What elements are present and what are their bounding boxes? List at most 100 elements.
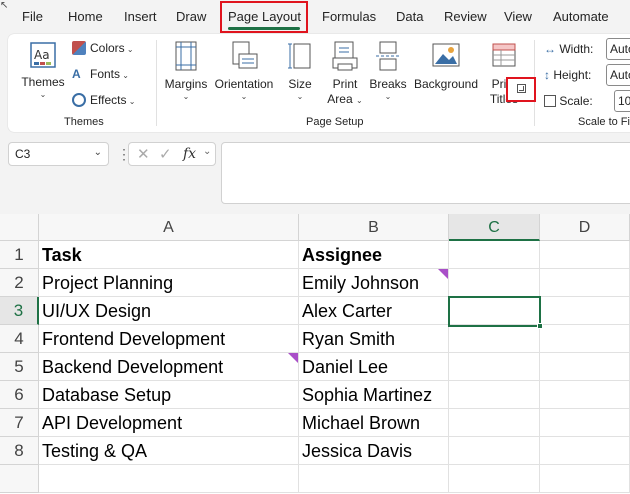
cell-a5[interactable]: Backend Development (39, 353, 299, 381)
name-box[interactable]: C3 ⌄ (8, 142, 109, 166)
cell-d3[interactable] (540, 297, 630, 325)
cell-a2[interactable]: Project Planning (39, 269, 299, 297)
effects-button[interactable]: Effects ⌄ (72, 93, 135, 107)
print-area-button[interactable]: Print Area ⌄ (326, 40, 364, 108)
cell-a8[interactable]: Testing & QA (39, 437, 299, 465)
cell-b3[interactable]: Alex Carter (299, 297, 449, 325)
tab-insert[interactable]: Insert (124, 9, 157, 24)
height-icon: ↕ (544, 68, 550, 82)
breaks-icon (376, 41, 400, 71)
svg-text:Aa: Aa (34, 48, 50, 62)
cell-b4[interactable]: Ryan Smith (299, 325, 449, 353)
comment-indicator-icon[interactable] (288, 353, 298, 363)
cell-a9[interactable] (39, 465, 299, 493)
fonts-button[interactable]: A Fonts ⌄ (72, 67, 129, 81)
cell-b9[interactable] (299, 465, 449, 493)
name-box-value: C3 (15, 147, 31, 161)
column-header-b[interactable]: B (299, 214, 449, 241)
insert-function-icon[interactable]: fx (183, 146, 196, 162)
cell-d5[interactable] (540, 353, 630, 381)
tab-formulas[interactable]: Formulas (322, 9, 376, 24)
chevron-down-icon[interactable]: ⌄ (203, 146, 211, 157)
margins-button[interactable]: Margins ⌄ (162, 40, 210, 101)
size-button[interactable]: Size ⌄ (284, 40, 316, 101)
cell-c7[interactable] (449, 409, 540, 437)
page-setup-dialog-launcher[interactable] (506, 77, 536, 102)
cell-d7[interactable] (540, 409, 630, 437)
cell-d9[interactable] (540, 465, 630, 493)
row-header[interactable]: 6 (0, 381, 39, 409)
group-divider (156, 40, 157, 126)
breaks-label: Breaks (369, 77, 407, 91)
active-cell-selection (448, 296, 543, 329)
breaks-button[interactable]: Breaks ⌄ (368, 40, 408, 101)
width-select[interactable]: Automatic (606, 38, 630, 60)
chevron-down-icon: ⌄ (182, 92, 190, 101)
background-button[interactable]: Background (412, 40, 480, 92)
page-setup-group-label: Page Setup (306, 116, 364, 128)
cell-b2[interactable]: Emily Johnson (299, 269, 449, 297)
cell-d2[interactable] (540, 269, 630, 297)
cell-d6[interactable] (540, 381, 630, 409)
fill-handle[interactable] (537, 323, 543, 329)
cancel-icon[interactable]: ✕ (137, 145, 150, 163)
cell-c1[interactable] (449, 241, 540, 269)
cell-b1[interactable]: Assignee (299, 241, 449, 269)
cell-b6[interactable]: Sophia Martinez (299, 381, 449, 409)
chevron-down-icon: ⌄ (296, 92, 304, 101)
orientation-icon (232, 41, 258, 69)
print-area-label-2-wrap: Area ⌄ (326, 92, 364, 108)
cell-a4[interactable]: Frontend Development (39, 325, 299, 353)
cell-a3[interactable]: UI/UX Design (39, 297, 299, 325)
row-header[interactable]: 2 (0, 269, 39, 297)
tab-automate[interactable]: Automate (553, 9, 609, 24)
row-header[interactable]: 4 (0, 325, 39, 353)
tab-review[interactable]: Review (444, 9, 487, 24)
tab-view[interactable]: View (504, 9, 532, 24)
scale-input[interactable]: 100% (614, 90, 630, 112)
margins-icon (175, 41, 197, 71)
tab-home[interactable]: Home (68, 9, 103, 24)
column-header-d[interactable]: D (540, 214, 630, 241)
select-all-corner[interactable] (0, 214, 39, 241)
colors-button[interactable]: Colors ⌄ (72, 41, 134, 55)
cell-d4[interactable] (540, 325, 630, 353)
cell-b7[interactable]: Michael Brown (299, 409, 449, 437)
tab-file[interactable]: File (22, 9, 43, 24)
cell-b5[interactable]: Daniel Lee (299, 353, 449, 381)
size-label: Size (288, 77, 312, 91)
formula-buttons: ✕ ✓ fx ⌄ (128, 142, 216, 166)
row-header[interactable]: 3 (0, 297, 39, 325)
cell-c8[interactable] (449, 437, 540, 465)
height-select[interactable]: Automatic (606, 64, 630, 86)
cell-a7[interactable]: API Development (39, 409, 299, 437)
formula-input[interactable] (221, 142, 630, 204)
cell-c4[interactable] (449, 325, 540, 353)
column-header-a[interactable]: A (39, 214, 299, 241)
cell-b8[interactable]: Jessica Davis (299, 437, 449, 465)
tab-draw[interactable]: Draw (176, 9, 206, 24)
comment-indicator-icon[interactable] (438, 269, 448, 279)
colors-icon (72, 41, 86, 55)
column-header-c[interactable]: C (449, 214, 540, 241)
cell-d1[interactable] (540, 241, 630, 269)
themes-icon: Aa (30, 42, 56, 68)
tab-data[interactable]: Data (396, 9, 423, 24)
cell-a1[interactable]: Task (39, 241, 299, 269)
background-label: Background (413, 77, 479, 91)
row-header[interactable] (0, 465, 39, 493)
orientation-button[interactable]: Orientation ⌄ (212, 40, 276, 101)
cell-c5[interactable] (449, 353, 540, 381)
row-header[interactable]: 5 (0, 353, 39, 381)
cell-d8[interactable] (540, 437, 630, 465)
cell-c9[interactable] (449, 465, 540, 493)
row-header[interactable]: 7 (0, 409, 39, 437)
width-label: Width: (559, 42, 594, 56)
enter-icon[interactable]: ✓ (159, 145, 172, 163)
cell-a6[interactable]: Database Setup (39, 381, 299, 409)
row-header[interactable]: 8 (0, 437, 39, 465)
cell-c2[interactable] (449, 269, 540, 297)
cell-c6[interactable] (449, 381, 540, 409)
row-header[interactable]: 1 (0, 241, 39, 269)
themes-button[interactable]: Aa Themes ⌄ (18, 40, 68, 99)
